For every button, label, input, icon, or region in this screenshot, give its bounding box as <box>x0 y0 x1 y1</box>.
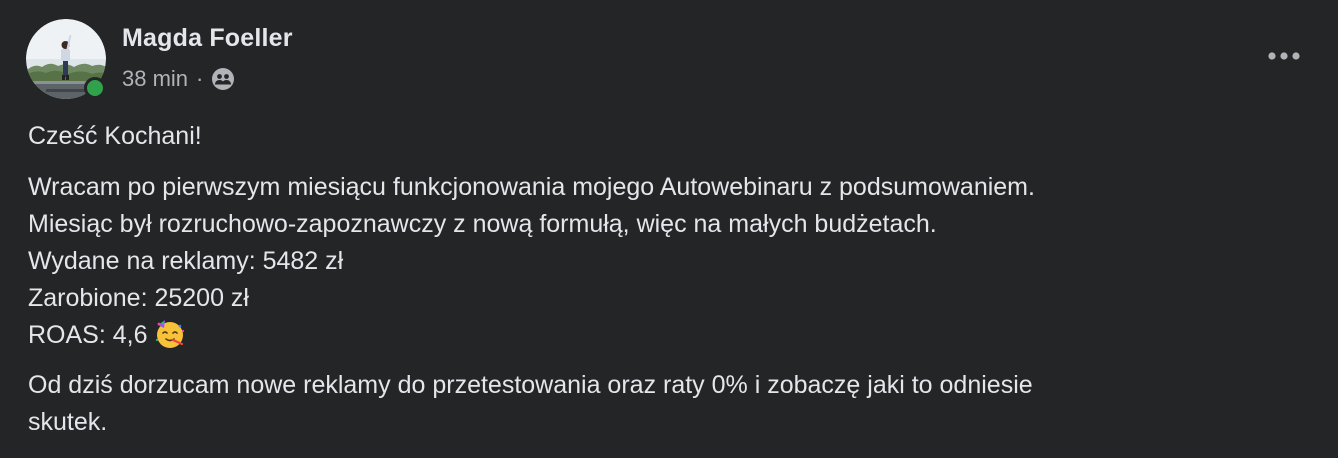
author-avatar[interactable] <box>26 19 106 99</box>
post-line: Wracam po pierwszym miesiącu funkcjonowa… <box>28 173 1035 201</box>
partying-face-icon <box>155 320 184 348</box>
online-status-indicator <box>84 77 106 99</box>
roas-text: ROAS: 4,6 <box>28 321 148 349</box>
post-paragraph-summary: Wracam po pierwszym miesiącu funkcjonowa… <box>28 169 1318 354</box>
more-horizontal-icon <box>1268 52 1300 60</box>
post-content: Cześć Kochani! Wracam po pierwszym miesi… <box>28 118 1318 441</box>
post-greeting: Cześć Kochani! <box>28 122 202 150</box>
post-line-ad-spend: Wydane na reklamy: 5482 zł <box>28 247 344 275</box>
post-line-roas: ROAS: 4,6 <box>28 317 1318 354</box>
post-line: skutek. <box>28 408 108 436</box>
post-timestamp[interactable]: 38 min <box>122 66 188 92</box>
post-line: Od dziś dorzucam nowe reklamy do przetes… <box>28 371 1033 399</box>
meta-separator: · <box>196 66 204 91</box>
author-name[interactable]: Magda Foeller <box>122 24 293 53</box>
post-card: Magda Foeller 38 min · Cześć Kochani! Wr… <box>0 0 1338 458</box>
post-paragraph-plans: Od dziś dorzucam nowe reklamy do przetes… <box>28 367 1318 441</box>
more-options-button[interactable] <box>1264 42 1304 70</box>
post-meta: 38 min · <box>122 65 235 93</box>
post-line: Miesiąc był rozruchowo-zapoznawczy z now… <box>28 210 937 238</box>
post-line-earnings: Zarobione: 25200 zł <box>28 284 249 312</box>
friends-icon[interactable] <box>211 67 235 91</box>
